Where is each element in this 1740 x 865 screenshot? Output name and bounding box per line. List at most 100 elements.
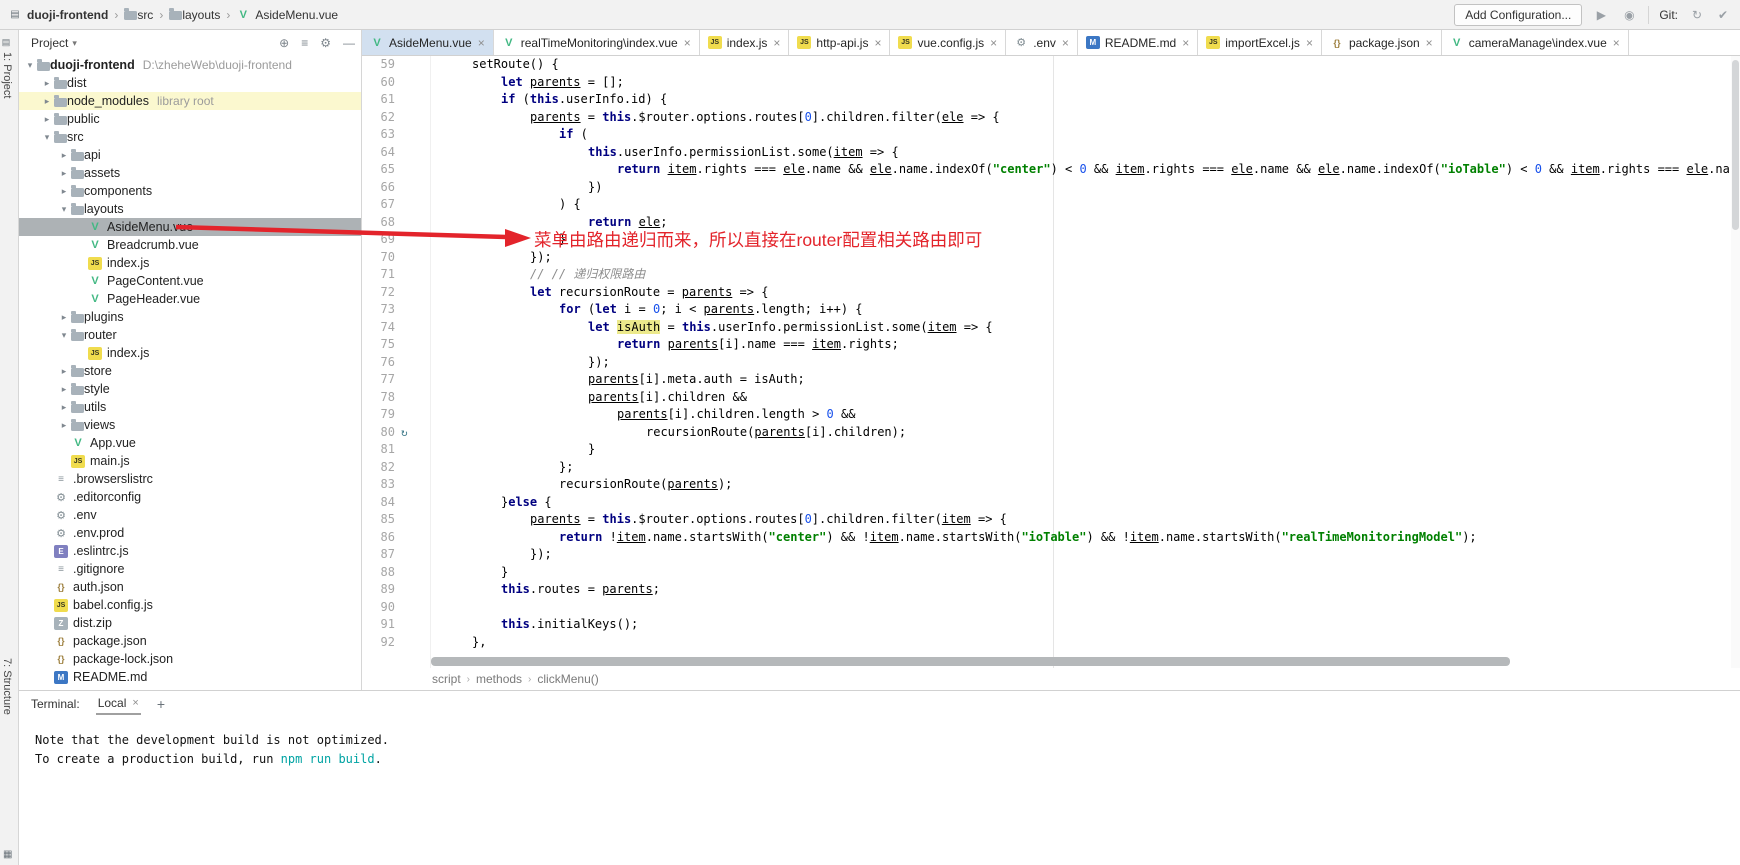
close-tab-icon[interactable]: × xyxy=(1062,36,1069,50)
tree-item-duoji-frontend[interactable]: ▾duoji-frontendD:\zheheWeb\duoji-fronten… xyxy=(19,56,361,74)
tree-item-PageHeader.vue[interactable]: VPageHeader.vue xyxy=(19,290,361,308)
toolwindow-switcher-icon[interactable]: ▦ xyxy=(3,849,12,860)
update-project-icon[interactable]: ↻ xyxy=(1688,8,1706,22)
chevron-right-icon[interactable]: ▸ xyxy=(40,96,54,107)
tree-item-public[interactable]: ▸public xyxy=(19,110,361,128)
chevron-right-icon[interactable]: ▸ xyxy=(40,78,54,89)
editor-tab-AsideMenu.vue[interactable]: VAsideMenu.vue× xyxy=(362,30,494,55)
add-configuration-button[interactable]: Add Configuration... xyxy=(1454,4,1582,26)
chevron-right-icon[interactable]: ▸ xyxy=(57,366,71,377)
recursive-call-icon[interactable]: ↻ xyxy=(401,424,408,442)
chevron-right-icon[interactable]: ▸ xyxy=(57,420,71,431)
play-icon[interactable]: ▶ xyxy=(1592,8,1610,22)
tree-item-PageContent.vue[interactable]: VPageContent.vue xyxy=(19,272,361,290)
tree-item-src[interactable]: ▾src xyxy=(19,128,361,146)
tree-item-main.js[interactable]: JSmain.js xyxy=(19,452,361,470)
code-editor[interactable]: 59setRoute() {60let parents = [];61if (t… xyxy=(362,56,1740,668)
project-toolwindow-button[interactable]: ▤1: Project xyxy=(1,38,13,98)
tree-item-node_modules[interactable]: ▸node_moduleslibrary root xyxy=(19,92,361,110)
gear-icon[interactable]: ⚙ xyxy=(320,36,331,50)
line-number: 82 xyxy=(362,459,395,477)
vertical-scrollbar-thumb[interactable] xyxy=(1732,60,1739,230)
new-terminal-icon[interactable]: + xyxy=(157,696,165,712)
vertical-scrollbar[interactable] xyxy=(1731,56,1740,668)
tree-item-.editorconfig[interactable]: ⚙.editorconfig xyxy=(19,488,361,506)
tree-item-AsideMenu.vue[interactable]: VAsideMenu.vue xyxy=(19,218,361,236)
tree-item-auth.json[interactable]: {}auth.json xyxy=(19,578,361,596)
editor-tab-package.json[interactable]: {}package.json× xyxy=(1322,30,1442,55)
close-tab-icon[interactable]: × xyxy=(1182,36,1189,50)
chevron-down-icon[interactable]: ▾ xyxy=(57,204,71,215)
chevron-down-icon[interactable]: ▾ xyxy=(40,132,54,143)
close-tab-icon[interactable]: × xyxy=(990,36,997,50)
project-view-dropdown[interactable]: Project▾ xyxy=(31,36,77,50)
breadcrumb-item-duoji-frontend[interactable]: ▤duoji-frontend xyxy=(8,8,108,22)
chevron-down-icon[interactable]: ▾ xyxy=(57,330,71,341)
editor-tab-cameraManage\index.vue[interactable]: VcameraManage\index.vue× xyxy=(1442,30,1629,55)
tree-item-components[interactable]: ▸components xyxy=(19,182,361,200)
tree-item-style[interactable]: ▸style xyxy=(19,380,361,398)
close-tab-icon[interactable]: × xyxy=(478,36,485,50)
breadcrumb-item-layouts[interactable]: layouts xyxy=(169,8,220,22)
tree-item-api[interactable]: ▸api xyxy=(19,146,361,164)
tree-item-plugins[interactable]: ▸plugins xyxy=(19,308,361,326)
tree-item-App.vue[interactable]: VApp.vue xyxy=(19,434,361,452)
close-tab-icon[interactable]: × xyxy=(874,36,881,50)
tree-item-.gitignore[interactable]: ≡.gitignore xyxy=(19,560,361,578)
breadcrumb-item-AsideMenu.vue[interactable]: VAsideMenu.vue xyxy=(236,8,338,22)
tree-item-babel.config.js[interactable]: JSbabel.config.js xyxy=(19,596,361,614)
tree-item-utils[interactable]: ▸utils xyxy=(19,398,361,416)
tree-item-layouts[interactable]: ▾layouts xyxy=(19,200,361,218)
editor-breadcrumb-item-methods[interactable]: methods xyxy=(476,672,522,686)
editor-tab-README.md[interactable]: MREADME.md× xyxy=(1078,30,1198,55)
close-tab-icon[interactable]: × xyxy=(1613,36,1620,50)
chevron-right-icon[interactable]: ▸ xyxy=(57,384,71,395)
close-tab-icon[interactable]: × xyxy=(1306,36,1313,50)
tree-item-index.js[interactable]: JSindex.js xyxy=(19,254,361,272)
chevron-right-icon[interactable]: ▸ xyxy=(57,186,71,197)
tree-item-store[interactable]: ▸store xyxy=(19,362,361,380)
debug-icon[interactable]: ◉ xyxy=(1620,8,1638,22)
tree-item-dist[interactable]: ▸dist xyxy=(19,74,361,92)
editor-breadcrumb-item-clickMenu()[interactable]: clickMenu() xyxy=(537,672,598,686)
terminal-tab-local[interactable]: Local× xyxy=(96,693,141,715)
tree-item-index.js[interactable]: JSindex.js xyxy=(19,344,361,362)
horizontal-scrollbar[interactable] xyxy=(431,657,1510,666)
tree-item-router[interactable]: ▾router xyxy=(19,326,361,344)
locate-icon[interactable]: ⊕ xyxy=(279,36,289,50)
chevron-right-icon[interactable]: ▸ xyxy=(57,402,71,413)
close-tab-icon[interactable]: × xyxy=(773,36,780,50)
editor-tab-.env[interactable]: ⚙.env× xyxy=(1006,30,1078,55)
close-tab-icon[interactable]: × xyxy=(1426,36,1433,50)
breadcrumb-item-src[interactable]: src xyxy=(124,8,153,22)
tree-item-views[interactable]: ▸views xyxy=(19,416,361,434)
close-terminal-tab-icon[interactable]: × xyxy=(132,697,138,709)
tree-item-assets[interactable]: ▸assets xyxy=(19,164,361,182)
check-icon[interactable]: ✔ xyxy=(1714,8,1732,22)
chevron-right-icon[interactable]: ▸ xyxy=(40,114,54,125)
tree-item-.env[interactable]: ⚙.env xyxy=(19,506,361,524)
tree-item-package-lock.json[interactable]: {}package-lock.json xyxy=(19,650,361,668)
editor-tab-http-api.js[interactable]: JShttp-api.js× xyxy=(789,30,890,55)
chevron-right-icon[interactable]: ▸ xyxy=(57,150,71,161)
editor-tab-realTimeMonitoring\index.vue[interactable]: VrealTimeMonitoring\index.vue× xyxy=(494,30,700,55)
tree-item-package.json[interactable]: {}package.json xyxy=(19,632,361,650)
chevron-right-icon[interactable]: ▸ xyxy=(57,312,71,323)
view-options-icon[interactable]: ≡ xyxy=(301,36,308,50)
chevron-right-icon[interactable]: ▸ xyxy=(57,168,71,179)
structure-toolwindow-button[interactable]: 7: Structure xyxy=(1,658,13,715)
tree-item-README.md[interactable]: MREADME.md xyxy=(19,668,361,686)
close-tab-icon[interactable]: × xyxy=(684,36,691,50)
tree-item-.env.prod[interactable]: ⚙.env.prod xyxy=(19,524,361,542)
tree-item-Breadcrumb.vue[interactable]: VBreadcrumb.vue xyxy=(19,236,361,254)
tree-item-.browserslistrc[interactable]: ≡.browserslistrc xyxy=(19,470,361,488)
tree-item-dist.zip[interactable]: Zdist.zip xyxy=(19,614,361,632)
editor-tab-importExcel.js[interactable]: JSimportExcel.js× xyxy=(1198,30,1322,55)
chevron-down-icon[interactable]: ▾ xyxy=(23,60,37,71)
editor-tab-index.js[interactable]: JSindex.js× xyxy=(700,30,790,55)
tree-item-.eslintrc.js[interactable]: E.eslintrc.js xyxy=(19,542,361,560)
editor-breadcrumb-item-script[interactable]: script xyxy=(432,672,461,686)
terminal-output[interactable]: Note that the development build is not o… xyxy=(19,717,1740,865)
minimize-icon[interactable]: — xyxy=(343,36,355,50)
editor-tab-vue.config.js[interactable]: JSvue.config.js× xyxy=(890,30,1006,55)
